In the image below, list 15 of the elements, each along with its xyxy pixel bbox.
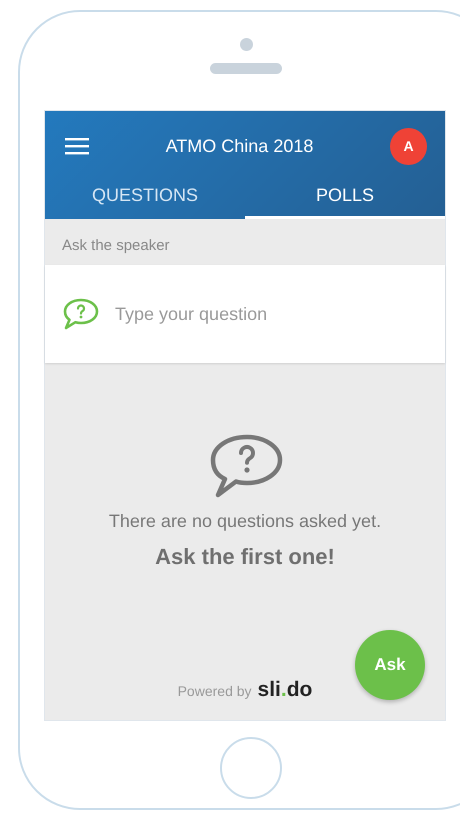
- section-label: Ask the speaker: [62, 237, 170, 254]
- ask-button[interactable]: Ask: [355, 630, 425, 700]
- empty-message: There are no questions asked yet.: [108, 511, 382, 532]
- speaker-slot: [210, 63, 282, 74]
- question-bubble-icon: [61, 297, 101, 331]
- empty-call-to-action: Ask the first one!: [155, 544, 335, 570]
- avatar[interactable]: A: [390, 128, 427, 164]
- tab[interactable]: QUESTIONS: [45, 181, 245, 219]
- brand-logo: sli.do: [258, 678, 312, 702]
- camera-dot: [240, 38, 252, 51]
- event-title: ATMO China 2018: [164, 136, 314, 156]
- question-field[interactable]: Type your question: [113, 302, 445, 326]
- tab[interactable]: POLLS: [245, 181, 445, 219]
- powered-by-label: Powered by: [178, 683, 252, 699]
- menu-icon[interactable]: [65, 137, 89, 155]
